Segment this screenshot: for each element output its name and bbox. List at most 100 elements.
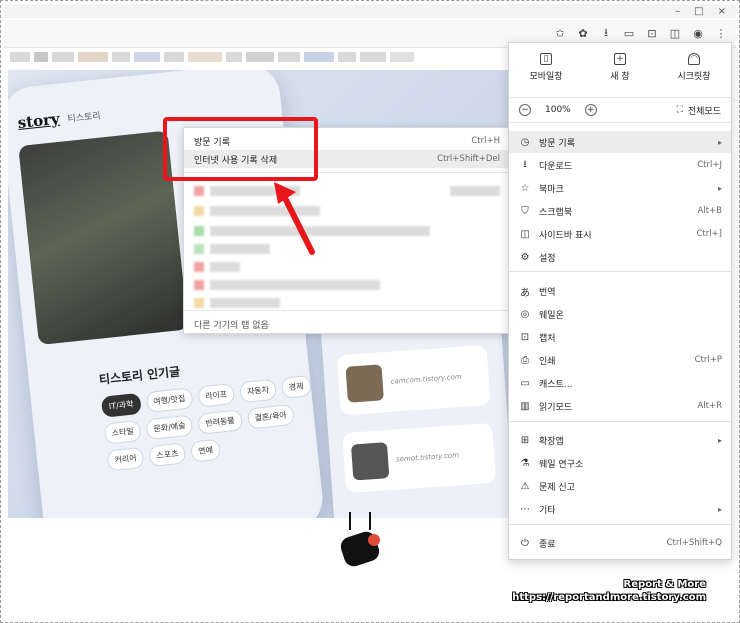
phone-header: story 티스토리 [17,105,102,132]
category-chip[interactable]: 반려동물 [197,409,243,435]
close-button[interactable]: × [718,6,726,17]
menu-item-cast[interactable]: ▭ 캐스트... [509,372,731,394]
bookmark-item[interactable] [10,52,30,62]
bookmark-item[interactable] [112,52,130,62]
history-shortcut: Ctrl+H [471,136,500,146]
menu-item-scrapbook[interactable]: ⛉ 스크랩북 Alt+B [509,200,731,222]
menu-item-label: 사이드바 표시 [539,230,592,241]
category-chip[interactable]: 연예 [190,438,221,463]
video-icon[interactable]: ▭ [622,26,636,40]
zoom-level: 100% [545,105,571,115]
menu-item-translate[interactable]: あ 번역 [509,280,731,302]
maximize-button[interactable]: □ [694,6,703,17]
fullscreen-button[interactable]: ⛶ 전체모드 [677,104,721,117]
category-chip[interactable]: 자동차 [238,378,278,404]
category-chip[interactable]: 문화/예술 [145,414,194,441]
blog-thumbnail [345,364,384,403]
extension-icon[interactable]: ✿ [576,26,590,40]
category-chip[interactable]: 커리어 [106,446,145,472]
menu-divider [509,271,731,272]
mascot-icon [340,512,380,567]
bookmark-item[interactable] [304,52,334,62]
bookmark-item[interactable] [134,52,160,62]
menu-item-label: 웨일온 [539,310,564,321]
menu-item-label: 설정 [539,253,556,264]
bookmark-item[interactable] [278,52,300,62]
popular-title: 티스토리 인기글 [98,364,181,387]
bookmark-item[interactable] [34,52,48,62]
star-add-icon[interactable]: ✩ [553,26,567,40]
bookmark-item[interactable] [52,52,74,62]
bookmark-item[interactable] [360,52,386,62]
report-icon: ⚠ [520,480,530,492]
translate-icon: あ [520,287,530,299]
secret-window-button[interactable]: ◠ 시크릿창 [657,53,731,93]
other-devices-note: 다른 기기의 탭 없음 [194,321,269,331]
menu-item-shortcut: Ctrl+J [697,160,722,170]
bookmark-item[interactable] [226,52,242,62]
menu-item-shortcut: Ctrl+] [696,229,722,239]
menu-item-extensions[interactable]: ⊞ 확장앱 ▸ [509,429,731,451]
menu-item-etc[interactable]: ⋯ 기타 ▸ [509,498,731,520]
chevron-right-icon: ▸ [717,183,722,193]
category-chip[interactable]: 결혼/육아 [246,403,295,430]
menu-item-settings[interactable]: ⚙ 설정 [509,246,731,268]
bookmark-item[interactable] [338,52,356,62]
menu-item-whale-on[interactable]: ◎ 웨일온 [509,303,731,325]
bookmarks-bar [4,52,509,64]
menu-item-bookmarks[interactable]: ☆ 북마크 ▸ [509,177,731,199]
menu-item-downloads[interactable]: ⭳ 다운로드 Ctrl+J [509,154,731,176]
menu-item-capture[interactable]: ⊡ 캡처 [509,326,731,348]
history-favicon [194,262,204,272]
history-entry[interactable] [210,298,280,308]
category-chip[interactable]: 라이프 [197,382,236,408]
new-window-button[interactable]: + 새 창 [583,53,657,93]
more-icon[interactable]: ⋮ [714,26,728,40]
menu-item-labs[interactable]: ⚗ 웨일 연구소 [509,452,731,474]
history-favicon [194,186,204,196]
minimize-button[interactable]: – [675,6,680,17]
mobile-window-button[interactable]: ▯ 모바일창 [509,53,583,93]
history-entry[interactable] [450,186,500,196]
menu-item-label: 다운로드 [539,161,573,172]
etc-icon: ⋯ [520,503,530,515]
bookmark-item[interactable] [390,52,414,62]
category-chips: IT/과학 여행/맛집 라이프 자동차 경제 스타일 문화/예술 반려동물 결혼… [100,374,328,472]
secret-icon: ◠ [688,53,700,65]
sidebar-icon[interactable]: ◫ [668,26,682,40]
bookmark-item[interactable] [164,52,184,62]
download-icon[interactable]: ⭳ [599,26,613,40]
category-chip[interactable]: 스포츠 [148,442,187,468]
category-chip[interactable]: IT/과학 [100,392,142,418]
zoom-controls: − 100% + ⛶ 전체모드 [509,97,731,123]
history-entry[interactable] [210,244,270,254]
scrapbook-icon: ⛉ [521,205,529,217]
category-chip[interactable]: 여행/맛집 [145,387,194,414]
screenshot-icon[interactable]: ⊡ [645,26,659,40]
category-chip[interactable]: 스타일 [103,419,142,445]
bookmark-item[interactable] [78,52,108,62]
menu-item-exit[interactable]: ⏻ 종료 Ctrl+Shift+Q [509,532,731,554]
category-chip[interactable]: 경제 [280,374,312,399]
story-subtitle: 티스토리 [67,110,102,125]
zoom-in-button[interactable]: + [584,104,597,116]
cast-icon: ▭ [520,377,530,389]
history-entry[interactable] [210,262,240,272]
menu-item-reading-mode[interactable]: ▥ 읽기모드 Alt+R [509,395,731,417]
menu-item-label: 방문 기록 [539,138,575,149]
print-icon: ⎙ [521,354,529,366]
menu-item-report[interactable]: ⚠ 문제 신고 [509,475,731,497]
menu-item-sidebar[interactable]: ◫ 사이드바 표시 Ctrl+] [509,223,731,245]
profile-icon[interactable]: ◉ [691,26,705,40]
new-window-label: 새 창 [610,72,630,82]
menu-divider [509,524,731,525]
menu-item-history[interactable]: ◷ 방문 기록 ▸ [509,131,731,153]
bookmark-item[interactable] [188,52,222,62]
bookmark-item[interactable] [246,52,274,62]
zoom-out-button[interactable]: − [519,104,531,116]
history-entry[interactable] [210,280,380,290]
menu-item-print[interactable]: ⎙ 인쇄 Ctrl+P [509,349,731,371]
window-controls: – □ × [675,6,726,17]
story-logo: story [16,109,61,133]
labs-icon: ⚗ [520,457,530,469]
